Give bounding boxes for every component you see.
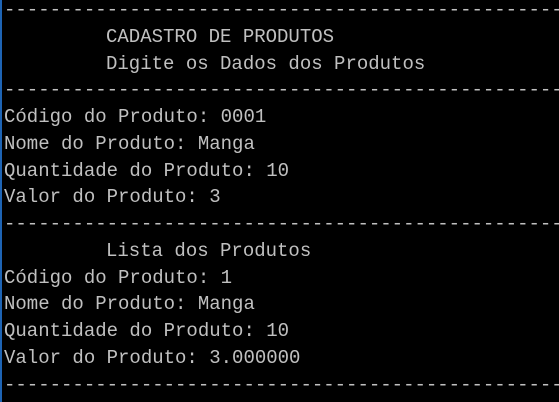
separator-line: ----------------------------------------…: [4, 213, 559, 235]
list-codigo-line: Código do Produto: 1: [4, 266, 233, 289]
console-output: ----------------------------------------…: [4, 0, 559, 398]
console-window[interactable]: ----------------------------------------…: [0, 0, 559, 402]
input-valor-line: Valor do Produto: 3: [4, 186, 221, 209]
input-quantidade-line: Quantidade do Produto: 10: [4, 159, 290, 182]
separator-line: ----------------------------------------…: [4, 79, 559, 102]
list-valor-line: Valor do Produto: 3.000000: [4, 346, 301, 369]
list-nome-line: Nome do Produto: Manga: [4, 293, 255, 316]
header-title: CADASTRO DE PRODUTOS: [106, 25, 335, 48]
separator-line: ----------------------------------------…: [4, 0, 559, 21]
input-nome-line: Nome do Produto: Manga: [4, 132, 255, 155]
input-codigo-line: Código do Produto: 0001: [4, 106, 267, 128]
header-subtitle: Digite os Dados dos Produtos: [106, 52, 426, 75]
list-title: Lista dos Produtos: [106, 239, 312, 262]
separator-line: ----------------------------------------…: [4, 373, 559, 396]
window-left-edge: [0, 0, 2, 402]
list-quantidade-line: Quantidade do Produto: 10: [4, 320, 290, 342]
